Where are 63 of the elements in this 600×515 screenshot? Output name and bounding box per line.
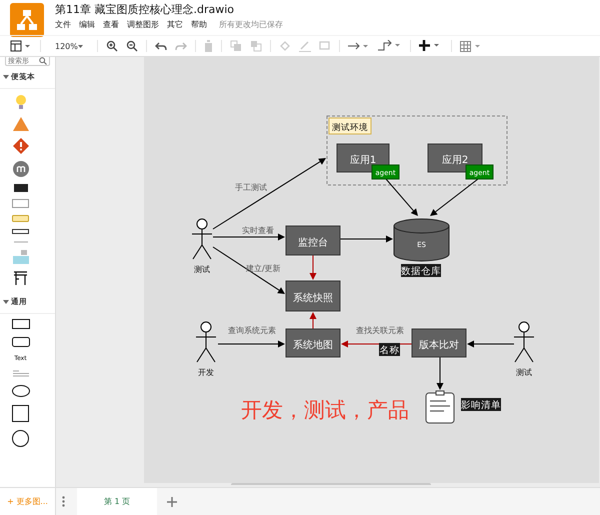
circle-m-icon[interactable] [12, 161, 28, 177]
text-label: 数据仓库 [401, 264, 441, 277]
zoom-in-icon[interactable] [106, 40, 118, 52]
menu-item[interactable]: 编辑 [79, 19, 95, 31]
stick-figure [514, 322, 534, 362]
process-box: 系统地图 [286, 328, 340, 358]
textblock-shape-icon[interactable] [12, 370, 28, 377]
circle-shape-icon[interactable] [12, 430, 29, 447]
ellipse-shape-icon[interactable] [12, 385, 30, 397]
document-icon [426, 390, 454, 424]
disclosure-triangle-icon [3, 74, 9, 80]
file-title[interactable]: 第11章 藏宝图质控核心理念.drawio [55, 3, 283, 17]
page-tab[interactable]: 第 1 页 [77, 488, 158, 515]
heading-shape-icon[interactable] [14, 184, 28, 192]
menu-item[interactable]: 其它 [167, 19, 183, 31]
menu-item[interactable]: 查看 [103, 19, 119, 31]
group-label: 测试环境 [328, 118, 372, 134]
process-box: 版本比对 [412, 328, 466, 358]
edge-label: 查询系统元素 [228, 326, 276, 335]
error-diamond-icon[interactable] [12, 138, 28, 154]
actor-label: 测试 [516, 368, 532, 377]
rectangle-shape-icon[interactable] [12, 319, 30, 329]
process-box: 应用1 [336, 144, 390, 172]
stick-figure [192, 218, 212, 260]
actor-label: 测试 [194, 265, 210, 274]
process-box: 监控台 [286, 226, 340, 256]
square-shape-icon[interactable] [12, 405, 29, 422]
text-label: 影响清单 [461, 398, 501, 411]
tree-shape-icon[interactable] [13, 271, 28, 285]
edge-label: 手工测试 [235, 183, 267, 192]
connection-style-icon[interactable] [348, 42, 370, 50]
save-status: 所有更改均已保存 [219, 19, 283, 31]
edge-label: 建立/更新 [246, 264, 281, 273]
lightbulb-icon[interactable] [14, 94, 26, 110]
textbox-shape-icon[interactable] [12, 229, 29, 234]
stick-figure [196, 322, 216, 362]
actor-label: 开发 [198, 368, 214, 377]
menu-item[interactable]: 帮助 [191, 19, 207, 31]
undo-icon[interactable] [154, 42, 167, 50]
process-box: 应用2 [428, 144, 482, 172]
edge-label: 实时查看 [242, 226, 274, 235]
warning-icon[interactable] [12, 117, 28, 131]
caret-icon [78, 44, 83, 48]
pages-menu-icon[interactable] [62, 496, 65, 507]
search-icon [39, 57, 47, 64]
text-label: 名称 [379, 343, 400, 356]
table-icon[interactable] [460, 40, 482, 52]
format-panel-toggle[interactable] [10, 40, 32, 52]
rounded-rectangle-shape-icon[interactable] [12, 337, 30, 347]
line-color-icon[interactable] [298, 40, 311, 52]
waypoint-icon[interactable] [378, 40, 402, 52]
edge-label: 查找关联元素 [356, 326, 404, 335]
line-shape-icon[interactable] [14, 241, 28, 243]
process-box: 系统快照 [286, 280, 340, 312]
app-logo-icon [10, 3, 44, 37]
fill-color-icon[interactable] [278, 40, 291, 52]
add-page-icon[interactable] [167, 496, 178, 506]
disclosure-triangle-icon [3, 299, 9, 305]
menu-item[interactable]: 文件 [55, 19, 71, 31]
caption-text: 开发，测试，产品 [241, 398, 409, 422]
zoom-dropdown[interactable]: 120% [49, 42, 89, 50]
zoom-out-icon[interactable] [126, 40, 138, 52]
menu-item[interactable]: 调整图形 [127, 19, 159, 31]
